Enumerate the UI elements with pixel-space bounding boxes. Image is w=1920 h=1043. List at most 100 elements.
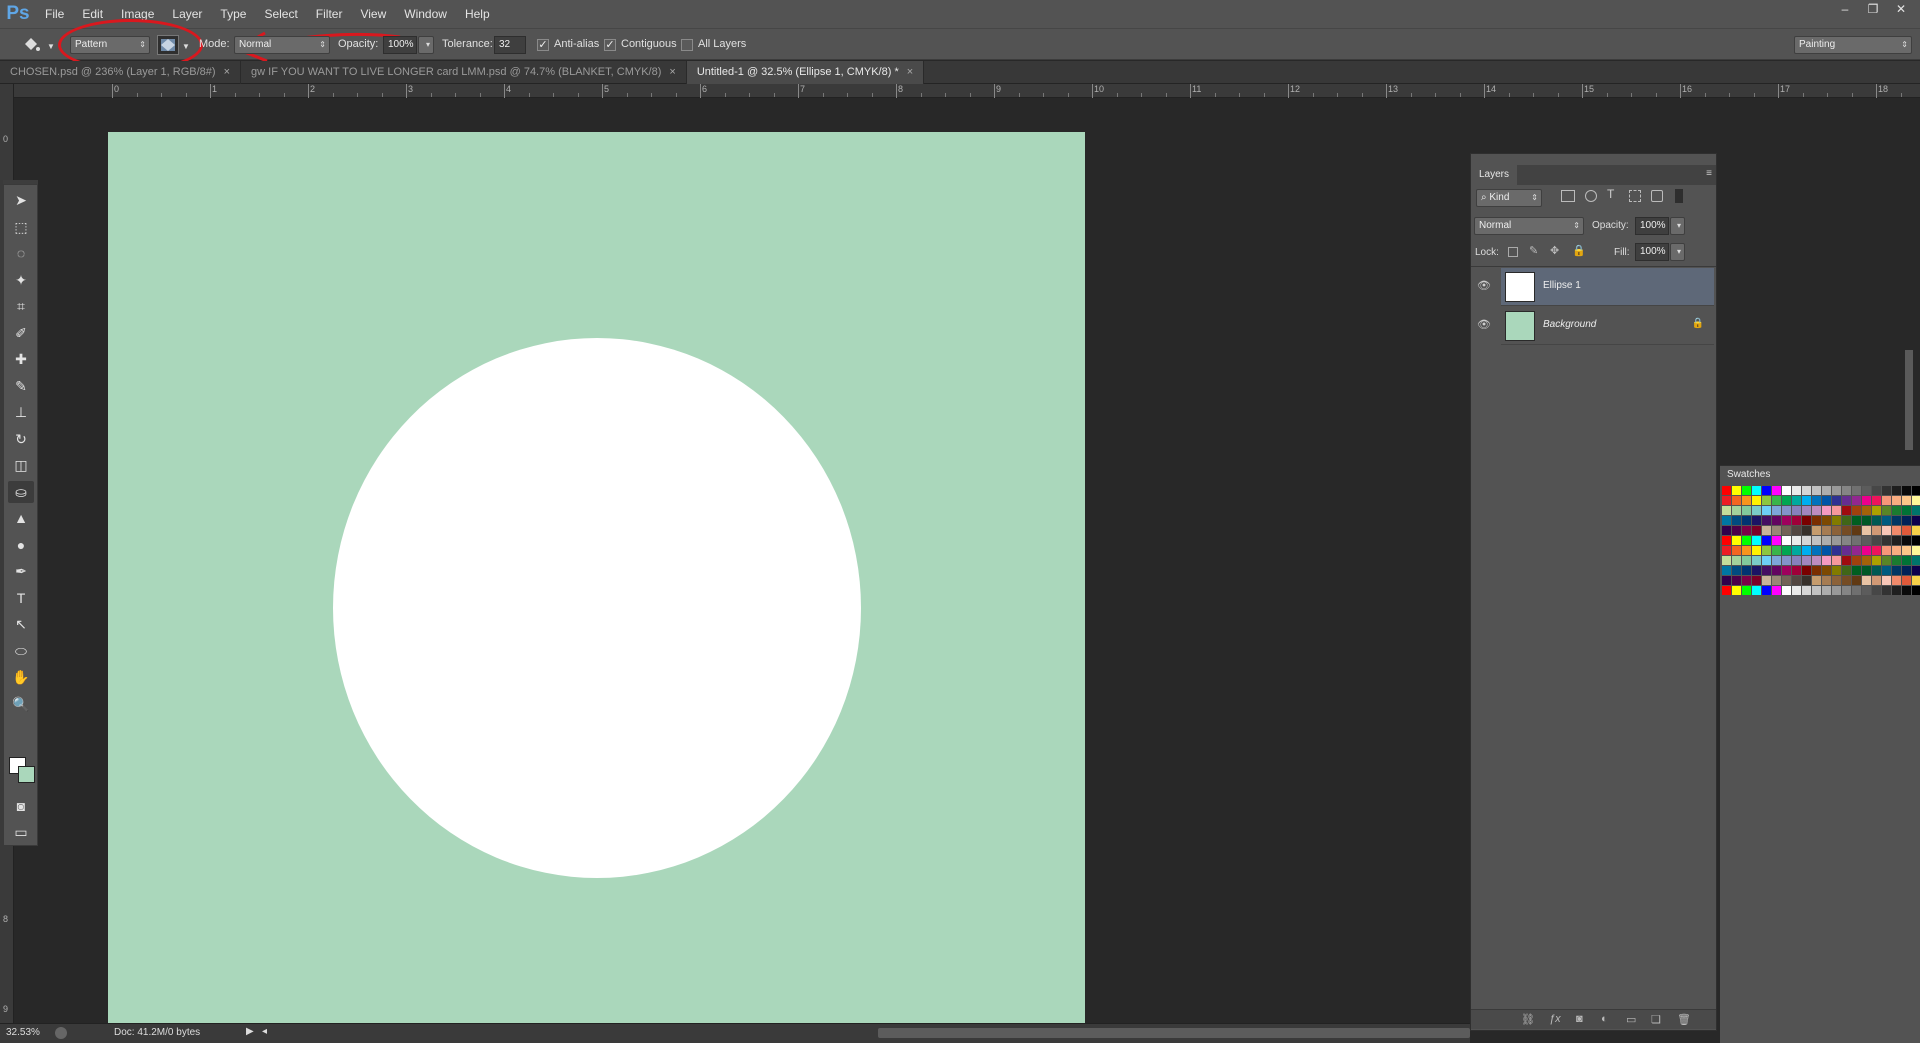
move-icon[interactable]: ➤ [8, 189, 34, 211]
color-swatch[interactable] [1782, 586, 1791, 595]
color-swatch[interactable] [1802, 506, 1811, 515]
menu-select[interactable]: Select [255, 0, 306, 28]
color-swatch[interactable] [1792, 516, 1801, 525]
color-swatch[interactable] [1762, 536, 1771, 545]
fill-dropdown[interactable]: ▾ [1670, 243, 1685, 261]
filter-pixel-icon[interactable] [1561, 190, 1575, 202]
color-swatch[interactable] [1742, 566, 1751, 575]
color-swatch[interactable] [1722, 566, 1731, 575]
color-swatch[interactable] [1732, 506, 1741, 515]
pen-icon[interactable]: ✒ [8, 560, 34, 582]
color-swatch[interactable] [1912, 566, 1920, 575]
color-swatch[interactable] [1762, 586, 1771, 595]
color-swatch[interactable] [1802, 556, 1811, 565]
color-swatch[interactable] [1852, 586, 1861, 595]
color-swatch[interactable] [1782, 486, 1791, 495]
color-swatch[interactable] [1812, 516, 1821, 525]
color-swatch[interactable] [1842, 576, 1851, 585]
color-swatch[interactable] [1772, 576, 1781, 585]
color-swatch[interactable] [1812, 526, 1821, 535]
color-swatch[interactable] [1862, 556, 1871, 565]
opacity-dropdown[interactable]: ▾ [418, 36, 434, 54]
color-swatch[interactable] [1802, 546, 1811, 555]
color-swatch[interactable] [1752, 526, 1761, 535]
color-swatch[interactable] [1902, 516, 1911, 525]
color-swatch[interactable] [1832, 556, 1841, 565]
color-swatch[interactable] [1822, 566, 1831, 575]
color-swatch[interactable] [1822, 546, 1831, 555]
color-swatch[interactable] [1842, 526, 1851, 535]
color-swatch[interactable] [1892, 516, 1901, 525]
color-swatch[interactable] [1902, 526, 1911, 535]
color-swatch[interactable] [1792, 556, 1801, 565]
color-swatch[interactable] [1822, 526, 1831, 535]
color-swatch[interactable] [1752, 536, 1761, 545]
color-swatch[interactable] [1772, 486, 1781, 495]
color-swatch[interactable] [1882, 526, 1891, 535]
ellipse-icon[interactable]: ⬭ [8, 640, 34, 662]
color-swatch[interactable] [1862, 586, 1871, 595]
color-swatch[interactable] [1782, 536, 1791, 545]
color-swatch[interactable] [1722, 546, 1731, 555]
color-swatch[interactable] [1812, 586, 1821, 595]
mode-select[interactable]: Normal ⇕ [234, 36, 330, 54]
filter-kind-select[interactable]: ⌕ Kind ⇕ [1476, 189, 1542, 207]
color-swatch[interactable] [1802, 536, 1811, 545]
color-swatch[interactable] [1912, 546, 1920, 555]
tolerance-field[interactable]: 32 [494, 36, 526, 54]
color-swatch[interactable] [1742, 586, 1751, 595]
color-swatch[interactable] [1732, 516, 1741, 525]
color-swatch[interactable] [1902, 546, 1911, 555]
color-swatch[interactable] [1752, 506, 1761, 515]
color-swatch[interactable] [1912, 586, 1920, 595]
color-swatch[interactable] [1742, 536, 1751, 545]
color-swatch[interactable] [1732, 556, 1741, 565]
crop-icon[interactable]: ⌗ [8, 295, 34, 317]
color-swatch[interactable] [1822, 586, 1831, 595]
color-swatch[interactable] [1782, 526, 1791, 535]
color-swatch[interactable] [1842, 486, 1851, 495]
tab-layers[interactable]: Layers [1471, 165, 1518, 185]
adjustment-icon[interactable]: ◐ [1601, 1013, 1608, 1025]
color-swatch[interactable] [1822, 516, 1831, 525]
new-layer-icon[interactable]: ❏ [1651, 1013, 1661, 1026]
color-swatch[interactable] [1912, 536, 1920, 545]
color-swatch[interactable] [1882, 506, 1891, 515]
color-swatch[interactable] [1772, 546, 1781, 555]
color-swatch[interactable] [1752, 586, 1761, 595]
color-swatch[interactable] [1722, 556, 1731, 565]
color-swatch[interactable] [1742, 496, 1751, 505]
color-swatch[interactable] [1902, 536, 1911, 545]
menu-type[interactable]: Type [211, 0, 255, 28]
color-swatch[interactable] [1752, 486, 1761, 495]
tool-preset-picker[interactable] [20, 35, 44, 55]
minimize-button[interactable]: – [1832, 0, 1858, 18]
color-swatch[interactable] [1752, 576, 1761, 585]
color-swatch[interactable] [1772, 586, 1781, 595]
color-swatch[interactable] [1752, 516, 1761, 525]
color-swatch[interactable] [1872, 546, 1881, 555]
color-swatch[interactable] [1912, 576, 1920, 585]
color-swatch[interactable] [1772, 536, 1781, 545]
color-swatch[interactable] [1742, 576, 1751, 585]
color-swatch[interactable] [1902, 586, 1911, 595]
color-swatch[interactable] [1812, 536, 1821, 545]
fill-field[interactable]: 100% [1635, 243, 1669, 261]
color-swatch[interactable] [1722, 506, 1731, 515]
color-swatch[interactable] [1882, 546, 1891, 555]
color-swatch[interactable] [1882, 516, 1891, 525]
color-swatch[interactable] [1862, 536, 1871, 545]
color-swatch[interactable] [1872, 566, 1881, 575]
color-swatch[interactable] [1842, 516, 1851, 525]
tab-untitled-1[interactable]: Untitled-1 @ 32.5% (Ellipse 1, CMYK/8) *… [686, 61, 925, 84]
lock-position-icon[interactable]: ✥ [1550, 244, 1559, 257]
lock-all-icon[interactable]: 🔒 [1572, 244, 1586, 257]
fx-icon[interactable]: ƒx [1549, 1013, 1561, 1025]
color-swatch[interactable] [1722, 586, 1731, 595]
color-swatch[interactable] [1742, 486, 1751, 495]
color-swatch[interactable] [1872, 496, 1881, 505]
document-canvas[interactable] [108, 132, 1085, 1023]
horizontal-scrollbar[interactable] [878, 1028, 1470, 1038]
color-swatch[interactable] [1882, 486, 1891, 495]
color-swatch[interactable] [1792, 566, 1801, 575]
